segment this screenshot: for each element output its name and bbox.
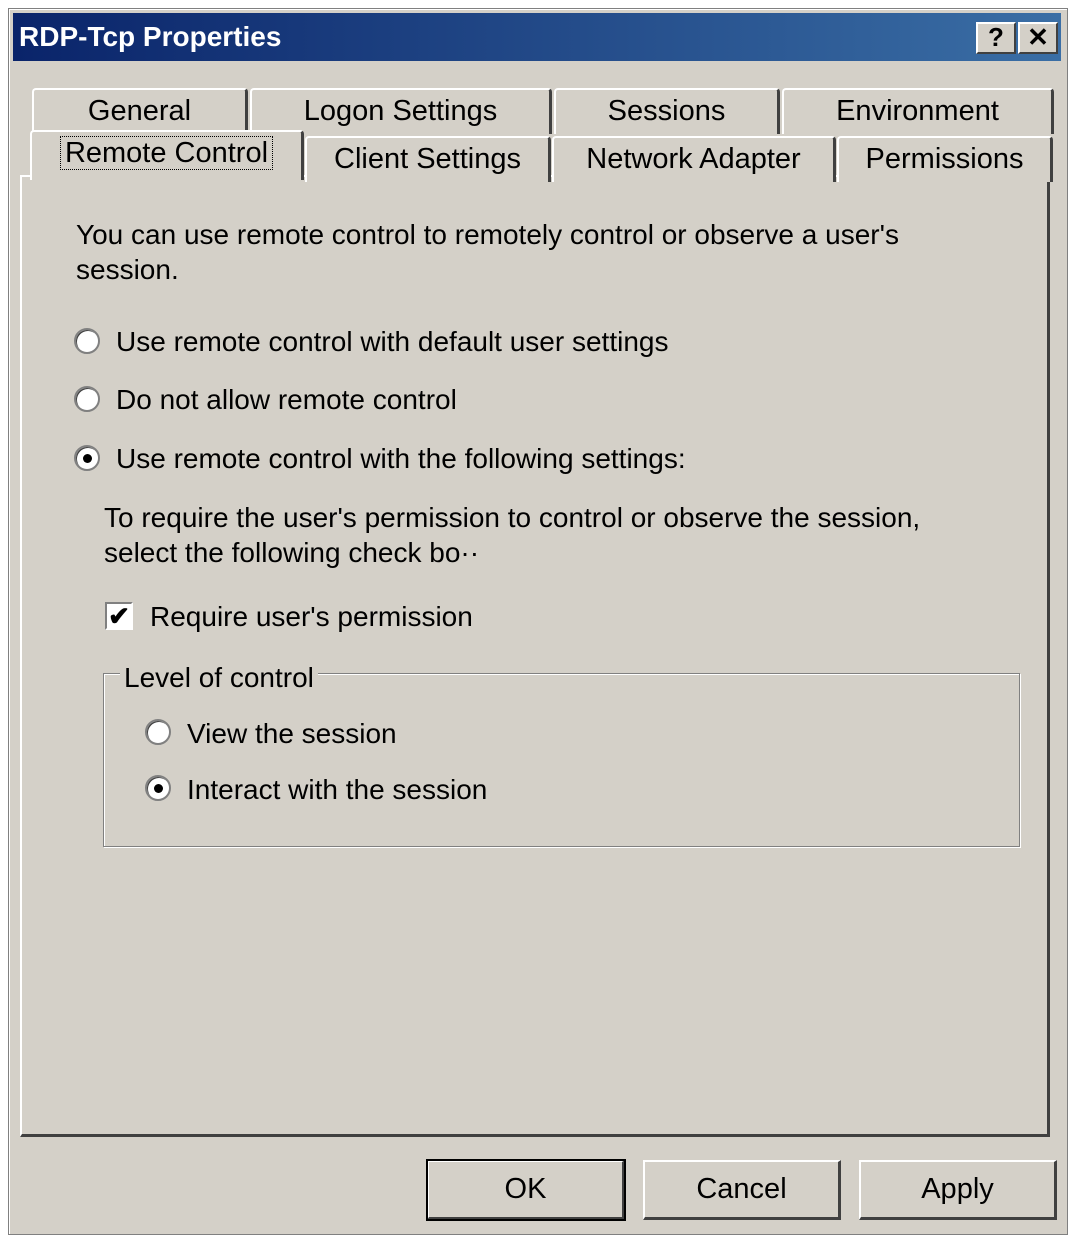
tab-label: Network Adapter <box>586 143 801 175</box>
window-title: RDP-Tcp Properties <box>19 21 282 52</box>
radio-default-settings[interactable] <box>74 328 100 354</box>
tab-logon-settings[interactable]: Logon Settings <box>250 88 552 134</box>
tab-client-settings[interactable]: Client Settings <box>305 136 551 182</box>
apply-button[interactable]: Apply <box>859 1160 1057 1220</box>
level-of-control-legend: Level of control <box>120 662 318 694</box>
radio-view-session[interactable] <box>145 719 171 745</box>
tab-label: Sessions <box>607 95 726 127</box>
permission-note-line2: select the following check bo·· <box>104 537 480 568</box>
require-permission-label[interactable]: Require user's permission <box>150 600 473 634</box>
radio-default-settings-label[interactable]: Use remote control with default user set… <box>116 325 668 359</box>
radio-selected-dot <box>83 454 92 463</box>
tab-environment[interactable]: Environment <box>782 88 1054 134</box>
close-button[interactable]: ✕ <box>1018 22 1058 54</box>
tab-sessions[interactable]: Sessions <box>554 88 780 134</box>
radio-following-settings-label[interactable]: Use remote control with the following se… <box>116 442 686 476</box>
tab-label: General <box>87 95 192 127</box>
require-permission-checkbox[interactable]: ✔ <box>105 602 133 630</box>
tab-network-adapter[interactable]: Network Adapter <box>552 136 836 182</box>
radio-no-remote-control-label[interactable]: Do not allow remote control <box>116 383 457 417</box>
help-button[interactable]: ? <box>976 22 1016 54</box>
tab-permissions[interactable]: Permissions <box>837 136 1053 182</box>
cancel-button[interactable]: Cancel <box>643 1160 841 1220</box>
tab-label: Permissions <box>865 143 1024 175</box>
radio-view-session-label[interactable]: View the session <box>187 717 397 751</box>
radio-no-remote-control[interactable] <box>74 386 100 412</box>
tab-general[interactable]: General <box>32 88 248 134</box>
title-bar[interactable]: RDP-Tcp Properties ? ✕ <box>13 13 1061 61</box>
intro-text-line1: You can use remote control to remotely c… <box>76 219 899 250</box>
tab-panel <box>20 175 1050 1137</box>
tab-label: Client Settings <box>334 143 521 175</box>
level-of-control-group <box>103 673 1020 847</box>
tab-label: Remote Control <box>59 136 274 170</box>
tab-label: Logon Settings <box>303 95 498 127</box>
tab-label: Environment <box>836 95 999 127</box>
ok-button[interactable]: OK <box>426 1159 626 1221</box>
radio-interact-session[interactable] <box>145 775 171 801</box>
intro-text-line2: session. <box>76 254 179 285</box>
radio-following-settings[interactable] <box>74 445 100 471</box>
radio-selected-dot <box>154 784 163 793</box>
radio-interact-session-label[interactable]: Interact with the session <box>187 773 487 807</box>
permission-note-line1: To require the user's permission to cont… <box>104 502 921 533</box>
tab-remote-control[interactable]: Remote Control <box>30 130 304 180</box>
